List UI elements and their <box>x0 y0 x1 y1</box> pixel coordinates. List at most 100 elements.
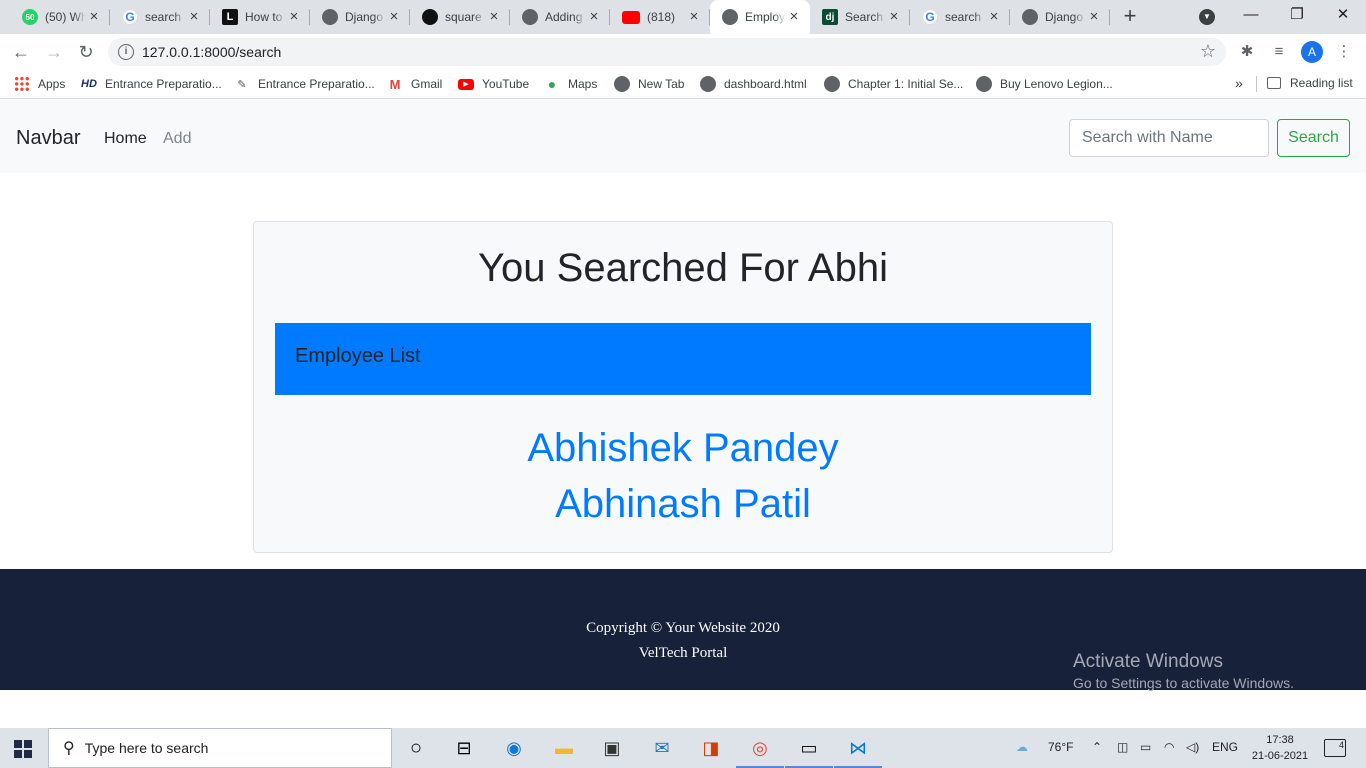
close-icon[interactable]: × <box>786 9 802 25</box>
edge-browser-icon[interactable]: ◉ <box>500 734 528 762</box>
close-icon[interactable]: × <box>486 9 502 25</box>
bookmark-apps[interactable]: Apps <box>14 76 65 92</box>
tab-how-to[interactable]: L How to × <box>210 0 310 34</box>
close-icon[interactable]: × <box>886 9 902 25</box>
url-text[interactable]: 127.0.0.1:8000/search <box>142 44 281 60</box>
bookmark-label: Apps <box>38 77 66 91</box>
tab-google-search[interactable]: Gsearch - Google Search× <box>110 0 210 34</box>
taskbar-clock[interactable]: 17:38 21-06-2021 <box>1248 732 1312 764</box>
bookmark-maps[interactable]: ● Maps <box>544 76 598 92</box>
close-icon[interactable]: × <box>986 9 1002 25</box>
close-icon[interactable]: × <box>186 9 202 25</box>
bookmark-entrance-hd[interactable]: HD Entrance Preparatio... <box>81 76 222 92</box>
file-explorer-icon[interactable]: ▬ <box>550 734 578 762</box>
minimize-button[interactable]: — <box>1228 0 1274 30</box>
bookmark-youtube[interactable]: ▶ YouTube <box>458 76 529 92</box>
bookmark-lenovo[interactable]: Buy Lenovo Legion... <box>976 76 1113 92</box>
close-icon[interactable]: × <box>286 9 302 25</box>
tab-title: Django <box>1045 10 1084 24</box>
site-navbar: Navbar Home Add Search <box>0 100 1366 173</box>
reading-list-icon <box>1267 77 1281 89</box>
entrance-icon: ✎ <box>237 78 247 91</box>
close-icon[interactable]: × <box>686 9 702 25</box>
extensions-puzzle-icon[interactable]: ✱ <box>1237 42 1257 62</box>
forward-arrow-icon[interactable]: → <box>42 40 66 64</box>
close-icon[interactable]: × <box>86 9 102 25</box>
clock-time: 17:38 <box>1266 734 1294 746</box>
web-page: Navbar Home Add Search You Searched For … <box>0 100 1366 728</box>
bookmark-label: Chapter 1: Initial Se... <box>848 77 964 91</box>
cortana-icon[interactable]: ○ <box>402 734 430 762</box>
tab-adding[interactable]: Adding × <box>510 0 610 34</box>
search-button[interactable]: Search <box>1277 119 1350 157</box>
tab-github[interactable]: square × <box>410 0 510 34</box>
tab-title: Adding <box>545 10 583 24</box>
more-bookmarks-icon[interactable]: » <box>1235 75 1243 91</box>
new-tab-button[interactable]: + <box>1118 4 1142 30</box>
tab-youtube[interactable]: (818) × <box>610 0 710 34</box>
nav-link-home[interactable]: Home <box>104 130 147 148</box>
tab-django-search[interactable]: dj Search × <box>810 0 910 34</box>
bookmark-entrance[interactable]: ✎ Entrance Preparatio... <box>234 76 374 92</box>
search-icon: ⚲ <box>63 740 75 757</box>
wifi-icon[interactable]: ◠ <box>1164 740 1174 754</box>
tab-title: search <box>945 10 982 24</box>
media-control-icon[interactable]: ≡ <box>1269 42 1289 62</box>
battery-icon[interactable]: ▭ <box>1140 740 1151 754</box>
bookmark-gmail[interactable]: M Gmail <box>387 76 443 92</box>
meet-now-icon[interactable]: ◫ <box>1117 740 1128 754</box>
taskbar-search-box[interactable]: ⚲ Type here to search <box>48 728 392 768</box>
bookmark-label: Entrance Preparatio... <box>105 77 222 91</box>
close-window-button[interactable]: ✕ <box>1320 0 1366 30</box>
close-icon[interactable]: × <box>386 9 402 25</box>
bookmark-label: YouTube <box>482 77 530 91</box>
address-bar[interactable]: i 127.0.0.1:8000/search ☆ <box>108 38 1226 66</box>
tab-employee-active[interactable]: Employee× <box>710 0 810 34</box>
search-input[interactable] <box>1069 119 1269 157</box>
employee-link[interactable]: Abhishek Pandey <box>254 420 1112 476</box>
youtube-icon <box>622 10 640 24</box>
vscode-icon[interactable]: ⋈ <box>834 734 882 768</box>
weather-icon[interactable]: ☁ <box>1016 740 1028 754</box>
close-icon[interactable]: × <box>586 9 602 25</box>
employee-link[interactable]: Abhinash Patil <box>254 476 1112 532</box>
tab-search-icon[interactable]: ▼ <box>1199 9 1215 25</box>
store-icon[interactable]: ▣ <box>598 734 626 762</box>
language-indicator[interactable]: ENG <box>1212 740 1238 754</box>
github-icon <box>422 9 438 25</box>
activate-windows-title: Activate Windows <box>1073 651 1223 672</box>
reload-icon[interactable]: ↻ <box>74 40 98 64</box>
bookmark-dashboard[interactable]: dashboard.html <box>700 76 807 92</box>
office-icon[interactable]: ◨ <box>697 734 725 762</box>
navbar-brand[interactable]: Navbar <box>16 127 80 150</box>
show-hidden-icons-icon[interactable]: ⌃ <box>1092 740 1102 754</box>
chrome-icon[interactable]: ◎ <box>736 734 784 768</box>
volume-icon[interactable]: ◁) <box>1186 740 1199 754</box>
apps-grid-icon <box>14 76 30 92</box>
profile-avatar[interactable]: A <box>1301 41 1323 63</box>
bookmarks-bar: Apps HD Entrance Preparatio... ✎ Entrance … <box>0 70 1366 99</box>
nav-link-add[interactable]: Add <box>163 130 191 148</box>
tab-whatsapp[interactable]: 50 (50) WhatsApp× <box>10 0 110 34</box>
tab-title: Employee <box>745 10 786 24</box>
bookmark-new-tab[interactable]: New Tab <box>614 76 684 92</box>
bookmark-chapter-1[interactable]: Chapter 1: Initial Se... <box>824 76 963 92</box>
bookmark-label: New Tab <box>638 77 685 91</box>
back-arrow-icon[interactable]: ← <box>9 40 33 64</box>
terminal-icon[interactable]: ▭ <box>785 734 833 768</box>
tab-django-2[interactable]: Django × <box>1010 0 1110 34</box>
kebab-menu-icon[interactable]: ⋮ <box>1334 42 1354 62</box>
bookmark-star-icon[interactable]: ☆ <box>1200 41 1216 62</box>
tab-google-search-2[interactable]: Gsearch × <box>910 0 1010 34</box>
site-info-icon[interactable]: i <box>118 44 134 60</box>
restore-button[interactable]: ❐ <box>1274 0 1320 30</box>
tab-django[interactable]: Django × <box>310 0 410 34</box>
windows-start-icon[interactable] <box>14 740 32 758</box>
task-view-icon[interactable]: ⊟ <box>450 734 478 762</box>
mail-icon[interactable]: ✉ <box>648 734 676 762</box>
notification-center-icon[interactable]: 4 <box>1324 739 1346 757</box>
reading-list-button[interactable]: Reading list <box>1267 76 1353 90</box>
weather-temperature[interactable]: 76°F <box>1048 740 1073 754</box>
globe-icon <box>614 76 630 92</box>
close-icon[interactable]: × <box>1086 9 1102 25</box>
